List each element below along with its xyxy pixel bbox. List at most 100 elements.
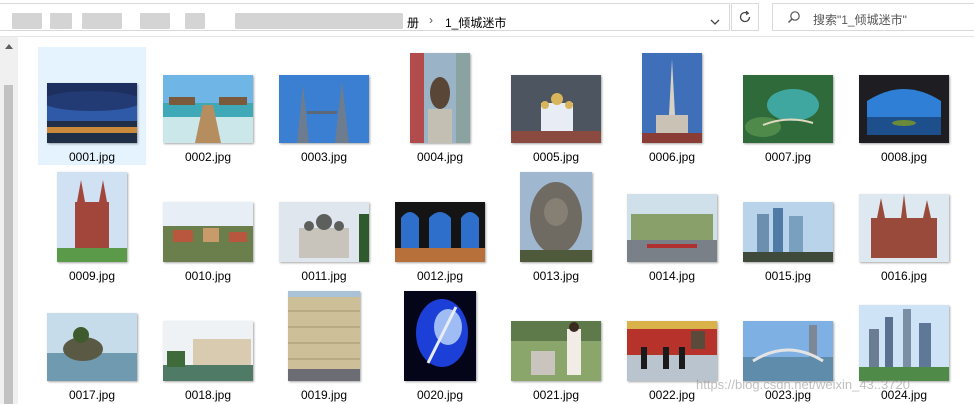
thumbnail-area xyxy=(850,47,958,143)
file-name: 0002.jpg xyxy=(184,150,232,164)
file-name: 0022.jpg xyxy=(648,388,696,402)
file-name: 0019.jpg xyxy=(300,388,348,402)
address-bar: 册 › 1_倾城迷市 搜索"1_倾城迷市" xyxy=(0,0,974,37)
thumbnail-area xyxy=(38,285,146,381)
thumbnail-image xyxy=(627,194,717,262)
thumbnail-area xyxy=(618,285,726,381)
thumbnail-image xyxy=(410,53,470,143)
search-input[interactable]: 搜索"1_倾城迷市" xyxy=(772,3,974,31)
file-name: 0013.jpg xyxy=(532,269,580,283)
refresh-icon xyxy=(739,10,751,23)
thumbnail-image xyxy=(627,321,717,381)
thumbnail-image xyxy=(47,83,137,143)
thumbnail-image xyxy=(511,321,601,381)
thumbnail-area xyxy=(270,285,378,381)
file-name: 0005.jpg xyxy=(532,150,580,164)
file-name: 0016.jpg xyxy=(880,269,928,283)
thumbnail-area xyxy=(734,285,842,381)
thumbnail-image xyxy=(520,172,592,262)
file-name: 0006.jpg xyxy=(648,150,696,164)
file-name: 0010.jpg xyxy=(184,269,232,283)
thumbnail-area xyxy=(38,166,146,262)
file-tile[interactable]: 0017.jpg xyxy=(38,285,146,403)
thumbnail-area xyxy=(502,285,610,381)
file-tile[interactable]: 0007.jpg xyxy=(734,47,842,165)
thumbnail-area xyxy=(734,166,842,262)
thumbnail-image xyxy=(859,305,949,381)
address-box[interactable]: 册 › 1_倾城迷市 xyxy=(0,3,730,31)
address-dropdown-button[interactable] xyxy=(703,10,727,34)
file-tile[interactable]: 0016.jpg xyxy=(850,166,958,284)
thumbnail-area xyxy=(386,47,494,143)
search-icon xyxy=(787,10,801,27)
file-name: 0001.jpg xyxy=(68,150,116,164)
file-name: 0014.jpg xyxy=(648,269,696,283)
thumbnail-image xyxy=(288,291,360,381)
thumbnail-image xyxy=(47,313,137,381)
thumbnail-area xyxy=(618,166,726,262)
file-grid: 0001.jpg 0002.jpg 0003.jpg 0004.jpg 0005… xyxy=(32,44,972,404)
file-tile[interactable]: 0006.jpg xyxy=(618,47,726,165)
file-tile[interactable]: 0012.jpg xyxy=(386,166,494,284)
thumbnail-image xyxy=(404,291,476,381)
file-tile[interactable]: 0023.jpg xyxy=(734,285,842,403)
file-name: 0020.jpg xyxy=(416,388,464,402)
chevron-down-icon xyxy=(710,19,720,25)
file-tile[interactable]: 0013.jpg xyxy=(502,166,610,284)
file-tile[interactable]: 0015.jpg xyxy=(734,166,842,284)
scroll-up-button[interactable] xyxy=(0,37,18,55)
thumbnail-image xyxy=(743,321,833,381)
breadcrumb-separator[interactable]: › xyxy=(429,13,433,27)
file-tile[interactable]: 0021.jpg xyxy=(502,285,610,403)
thumbnail-image xyxy=(395,202,485,262)
thumbnail-image xyxy=(743,75,833,143)
vertical-scrollbar[interactable] xyxy=(0,37,18,404)
thumbnail-image xyxy=(859,75,949,143)
file-tile[interactable]: 0011.jpg xyxy=(270,166,378,284)
thumbnail-area xyxy=(502,166,610,262)
breadcrumb-current-folder[interactable]: 1_倾城迷市 xyxy=(445,14,506,31)
thumbnail-area xyxy=(386,285,494,381)
thumbnail-image xyxy=(511,75,601,143)
blurred-path-segment xyxy=(235,13,403,29)
file-tile[interactable]: 0008.jpg xyxy=(850,47,958,165)
blurred-path-segment xyxy=(82,13,122,29)
thumbnail-image xyxy=(642,53,702,143)
thumbnail-area xyxy=(386,166,494,262)
file-name: 0017.jpg xyxy=(68,388,116,402)
search-placeholder: 搜索"1_倾城迷市" xyxy=(813,13,907,27)
file-tile[interactable]: 0024.jpg xyxy=(850,285,958,403)
file-tile[interactable]: 0005.jpg xyxy=(502,47,610,165)
thumbnail-area xyxy=(502,47,610,143)
file-tile[interactable]: 0022.jpg xyxy=(618,285,726,403)
thumbnail-area xyxy=(154,47,262,143)
file-tile[interactable]: 0009.jpg xyxy=(38,166,146,284)
file-tile[interactable]: 0010.jpg xyxy=(154,166,262,284)
blurred-path-segment xyxy=(50,13,72,29)
thumbnail-image xyxy=(859,194,949,262)
scroll-thumb[interactable] xyxy=(4,85,13,404)
file-tile[interactable]: 0020.jpg xyxy=(386,285,494,403)
file-tile[interactable]: 0018.jpg xyxy=(154,285,262,403)
file-tile[interactable]: 0004.jpg xyxy=(386,47,494,165)
file-name: 0003.jpg xyxy=(300,150,348,164)
file-tile[interactable]: 0003.jpg xyxy=(270,47,378,165)
file-tile[interactable]: 0019.jpg xyxy=(270,285,378,403)
thumbnail-image xyxy=(163,75,253,143)
refresh-button[interactable] xyxy=(731,3,759,31)
blurred-path-segment xyxy=(12,13,42,29)
thumbnail-area xyxy=(850,285,958,381)
thumbnail-image xyxy=(57,172,127,262)
thumbnail-area xyxy=(618,47,726,143)
file-tile[interactable]: 0001.jpg xyxy=(38,47,146,165)
blurred-path-segment xyxy=(185,13,205,29)
file-name: 0012.jpg xyxy=(416,269,464,283)
thumbnail-image xyxy=(163,202,253,262)
file-name: 0011.jpg xyxy=(301,269,347,283)
file-name: 0004.jpg xyxy=(416,150,464,164)
breadcrumb-parent[interactable]: 册 xyxy=(407,14,419,31)
thumbnail-image xyxy=(279,75,369,143)
file-name: 0024.jpg xyxy=(880,388,928,402)
file-tile[interactable]: 0014.jpg xyxy=(618,166,726,284)
file-tile[interactable]: 0002.jpg xyxy=(154,47,262,165)
